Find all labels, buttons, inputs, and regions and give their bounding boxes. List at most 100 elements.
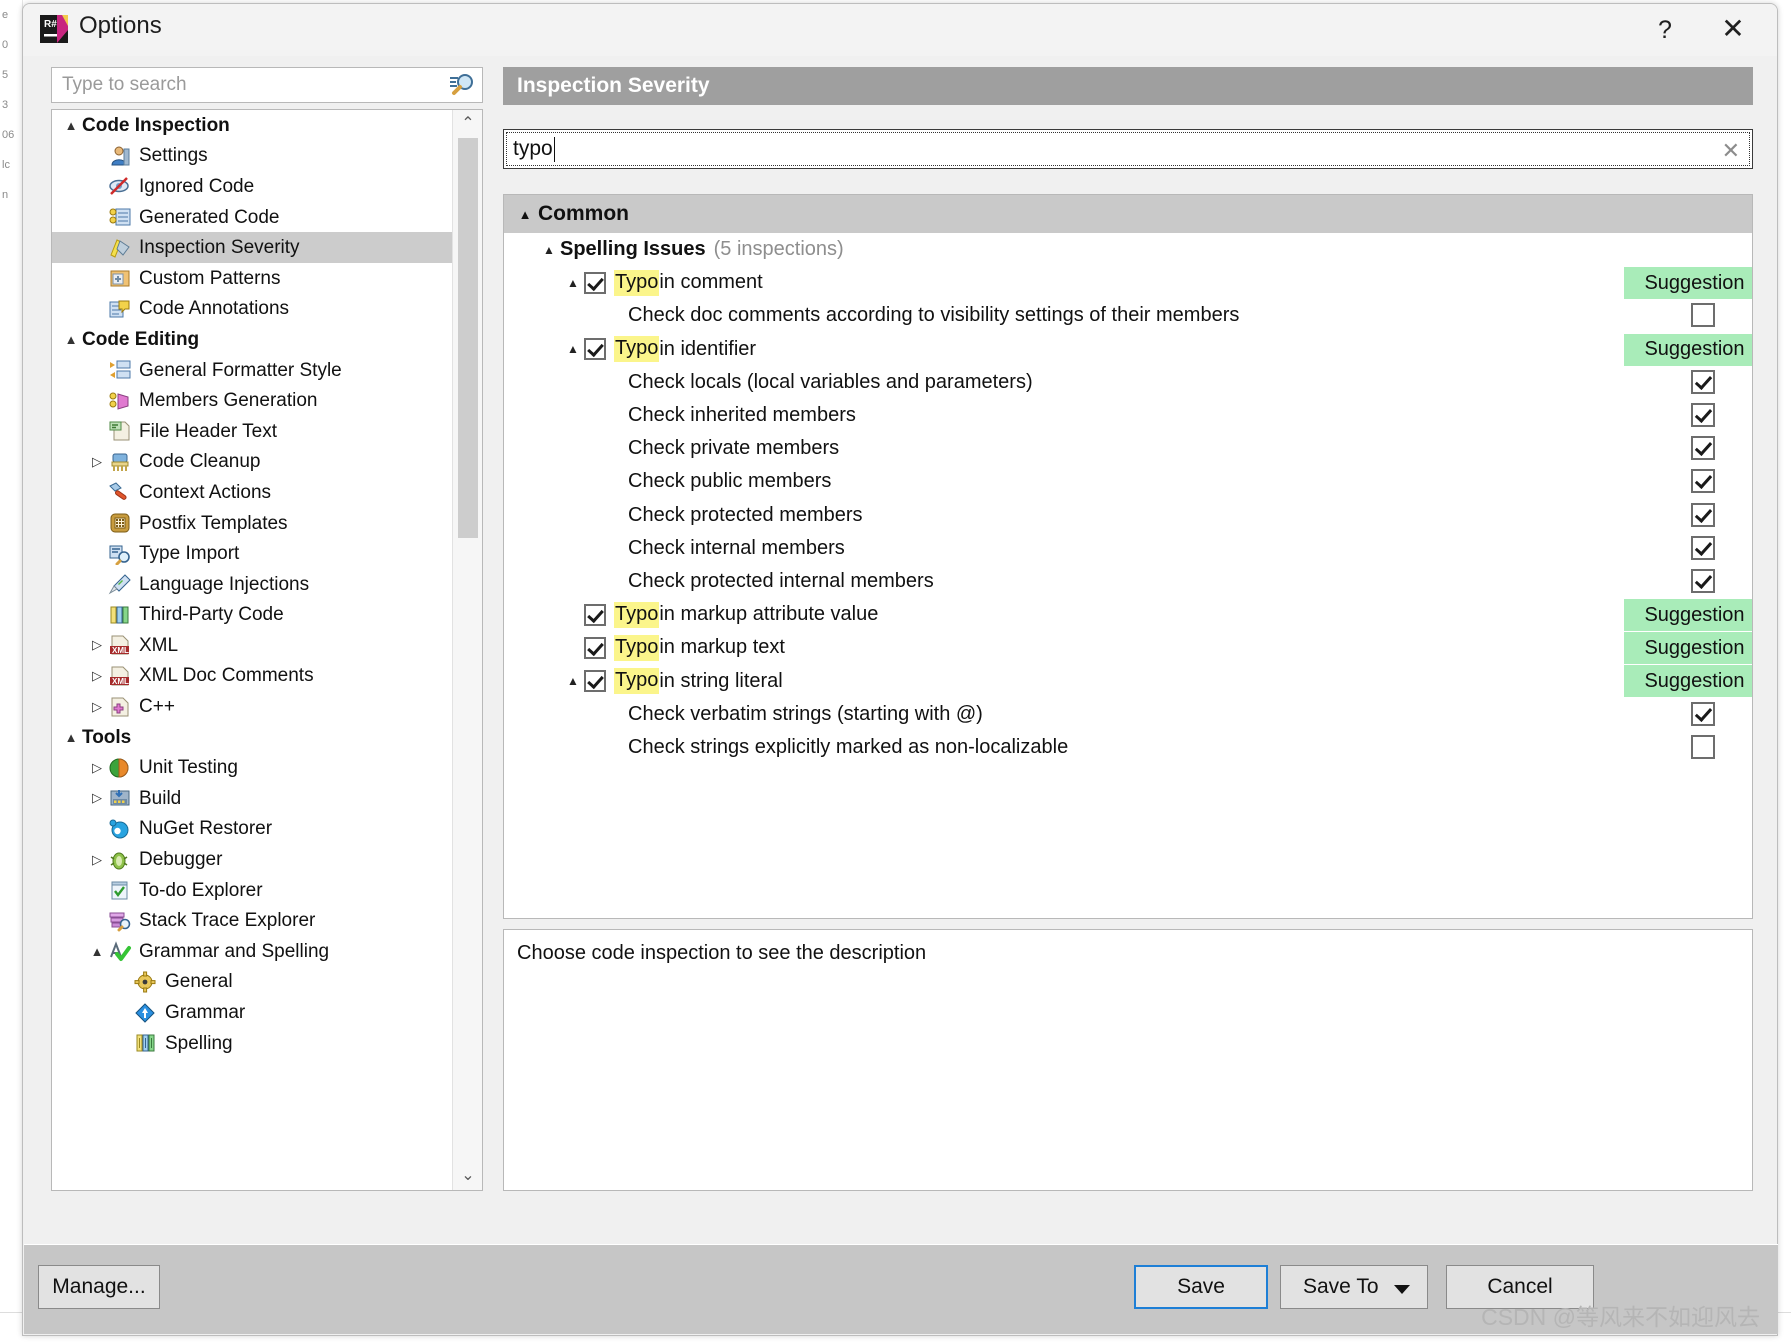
- tree-scrollbar[interactable]: ⌃ ⌄: [452, 110, 482, 1190]
- settings-tree[interactable]: ▲ Code Inspection Settings Ignored Code Gene…: [52, 110, 452, 1190]
- inspection-expander-icon[interactable]: ▲: [562, 276, 584, 290]
- sidebar-item-inspection-severity[interactable]: Inspection Severity: [52, 232, 452, 263]
- inspection-filter-input[interactable]: typo ✕: [503, 129, 1753, 169]
- sidebar-item-unit-testing[interactable]: ▷ Unit Testing: [52, 752, 452, 783]
- option-checkbox[interactable]: [1691, 402, 1715, 427]
- expander-collapse-icon[interactable]: ▲: [60, 332, 82, 347]
- inspection-option-row[interactable]: Check protected internal members: [504, 565, 1752, 598]
- sidebar-item-code-cleanup[interactable]: ▷ Code Cleanup: [52, 447, 452, 478]
- inspection-row[interactable]: ▲ Typo in string literal Suggestion: [504, 664, 1752, 698]
- close-icon[interactable]: ✕: [1711, 10, 1755, 50]
- scroll-thumb[interactable]: [458, 138, 478, 538]
- inspection-expander-icon[interactable]: ▲: [562, 674, 584, 688]
- clear-icon[interactable]: ✕: [1722, 138, 1740, 164]
- sidebar-item-generated-code[interactable]: Generated Code: [52, 202, 452, 233]
- inspection-expander-icon[interactable]: ▲: [562, 342, 584, 356]
- severity-dropdown[interactable]: Suggestion: [1624, 632, 1752, 665]
- sidebar-item-custom-patterns[interactable]: Custom Patterns: [52, 263, 452, 294]
- sidebar-item-spelling[interactable]: Spelling: [52, 1028, 452, 1059]
- severity-dropdown[interactable]: Suggestion: [1624, 665, 1752, 698]
- option-checkbox[interactable]: [1691, 535, 1715, 560]
- inspection-row[interactable]: Typo in markup text Suggestion: [504, 631, 1752, 665]
- chevron-down-icon[interactable]: [1394, 1285, 1410, 1294]
- option-checkbox[interactable]: [1691, 369, 1715, 394]
- inspection-category-row[interactable]: ▲ Spelling Issues (5 inspections): [504, 233, 1752, 266]
- inspection-row[interactable]: Typo in markup attribute value Suggestion: [504, 598, 1752, 632]
- inspection-checkbox[interactable]: [584, 670, 606, 693]
- expander-expand-icon[interactable]: ▷: [86, 454, 108, 470]
- sidebar-item-grammar-and-spelling[interactable]: ▲ Grammar and Spelling: [52, 936, 452, 967]
- inspection-option-row[interactable]: Check locals (local variables and parame…: [504, 366, 1752, 399]
- sidebar-item-members-generation[interactable]: Members Generation: [52, 385, 452, 416]
- manage-button[interactable]: Manage...: [38, 1265, 160, 1309]
- sidebar-item-third-party-code[interactable]: Third-Party Code: [52, 600, 452, 631]
- scroll-up-icon[interactable]: ⌃: [453, 110, 482, 138]
- expander-expand-icon[interactable]: ▷: [86, 852, 108, 868]
- inspection-checkbox[interactable]: [584, 338, 606, 361]
- expander-collapse-icon[interactable]: ▲: [60, 730, 82, 745]
- sidebar-item-stack-trace-explorer[interactable]: Stack Trace Explorer: [52, 905, 452, 936]
- expander-expand-icon[interactable]: ▷: [86, 699, 108, 715]
- save-to-button[interactable]: Save To: [1280, 1265, 1428, 1309]
- inspection-checkbox[interactable]: [584, 271, 606, 294]
- sidebar-item-tools[interactable]: ▲ Tools: [52, 722, 452, 753]
- sidebar-item-general-formatter-style[interactable]: General Formatter Style: [52, 355, 452, 386]
- option-checkbox[interactable]: [1691, 568, 1715, 593]
- sidebar-item-file-header-text[interactable]: File Header Text: [52, 416, 452, 447]
- inspection-checkbox[interactable]: [584, 636, 606, 659]
- inspection-option-row[interactable]: Check private members: [504, 432, 1752, 465]
- sidebar-item-language-injections[interactable]: Language Injections: [52, 569, 452, 600]
- sidebar-item-xml-doc-comments[interactable]: ▷ XML XML Doc Comments: [52, 661, 452, 692]
- severity-dropdown[interactable]: Suggestion: [1624, 267, 1752, 300]
- inspection-option-row[interactable]: Check strings explicitly marked as non-l…: [504, 731, 1752, 764]
- inspection-option-row[interactable]: Check doc comments according to visibili…: [504, 299, 1752, 332]
- severity-dropdown[interactable]: Suggestion: [1624, 599, 1752, 632]
- option-checkbox[interactable]: [1691, 701, 1715, 726]
- sidebar-item-xml[interactable]: ▷ XML XML: [52, 630, 452, 661]
- save-button[interactable]: Save: [1134, 1265, 1268, 1309]
- sidebar-item-general[interactable]: General: [52, 967, 452, 998]
- category-expander-icon[interactable]: ▲: [538, 243, 560, 257]
- expander-expand-icon[interactable]: ▷: [86, 790, 108, 806]
- sidebar-item-code-inspection[interactable]: ▲ Code Inspection: [52, 110, 452, 141]
- sidebar-item-context-actions[interactable]: Context Actions: [52, 477, 452, 508]
- sidebar-item-type-import[interactable]: Type Import: [52, 538, 452, 569]
- sidebar-item-code-annotations[interactable]: Code Annotations: [52, 294, 452, 325]
- expander-expand-icon[interactable]: ▷: [86, 760, 108, 776]
- sidebar-item-settings[interactable]: Settings: [52, 141, 452, 172]
- option-checkbox[interactable]: [1691, 303, 1715, 328]
- option-checkbox[interactable]: [1691, 436, 1715, 461]
- inspection-option-row[interactable]: Check protected members: [504, 499, 1752, 532]
- scroll-down-icon[interactable]: ⌄: [453, 1162, 482, 1190]
- sidebar-item-nuget-restorer[interactable]: NuGet Restorer: [52, 814, 452, 845]
- option-checkbox[interactable]: [1691, 502, 1715, 527]
- severity-dropdown[interactable]: Suggestion: [1624, 333, 1752, 366]
- expander-collapse-icon[interactable]: ▲: [86, 944, 108, 959]
- group-header-common[interactable]: ▲ Common: [504, 195, 1752, 233]
- inspection-option-row[interactable]: Check verbatim strings (starting with @): [504, 698, 1752, 731]
- option-checkbox[interactable]: [1691, 734, 1715, 759]
- sidebar-item-to-do-explorer[interactable]: To-do Explorer: [52, 875, 452, 906]
- sidebar-item-grammar[interactable]: Grammar: [52, 997, 452, 1028]
- sidebar-item-debugger[interactable]: ▷ Debugger: [52, 844, 452, 875]
- option-checkbox[interactable]: [1691, 469, 1715, 494]
- sidebar-item-build[interactable]: ▷ Build: [52, 783, 452, 814]
- inspection-option-row[interactable]: Check public members: [504, 465, 1752, 498]
- inspection-checkbox[interactable]: [584, 603, 606, 626]
- expander-expand-icon[interactable]: ▷: [86, 668, 108, 684]
- sidebar-item-label: Unit Testing: [139, 757, 238, 779]
- search-input[interactable]: Type to search: [51, 67, 483, 103]
- inspection-row[interactable]: ▲ Typo in comment Suggestion: [504, 266, 1752, 300]
- group-expander-icon[interactable]: ▲: [512, 207, 538, 222]
- inspection-option-row[interactable]: Check inherited members: [504, 399, 1752, 432]
- expander-collapse-icon[interactable]: ▲: [60, 118, 82, 133]
- help-icon[interactable]: ?: [1645, 10, 1685, 50]
- inspection-option-row[interactable]: Check internal members: [504, 532, 1752, 565]
- sidebar-item-code-editing[interactable]: ▲ Code Editing: [52, 324, 452, 355]
- sidebar-item-ignored-code[interactable]: Ignored Code: [52, 171, 452, 202]
- sidebar-item-label: Type Import: [139, 543, 240, 565]
- sidebar-item-c[interactable]: ▷ C++: [52, 691, 452, 722]
- inspection-row[interactable]: ▲ Typo in identifier Suggestion: [504, 333, 1752, 366]
- sidebar-item-postfix-templates[interactable]: Postfix Templates: [52, 508, 452, 539]
- expander-expand-icon[interactable]: ▷: [86, 637, 108, 653]
